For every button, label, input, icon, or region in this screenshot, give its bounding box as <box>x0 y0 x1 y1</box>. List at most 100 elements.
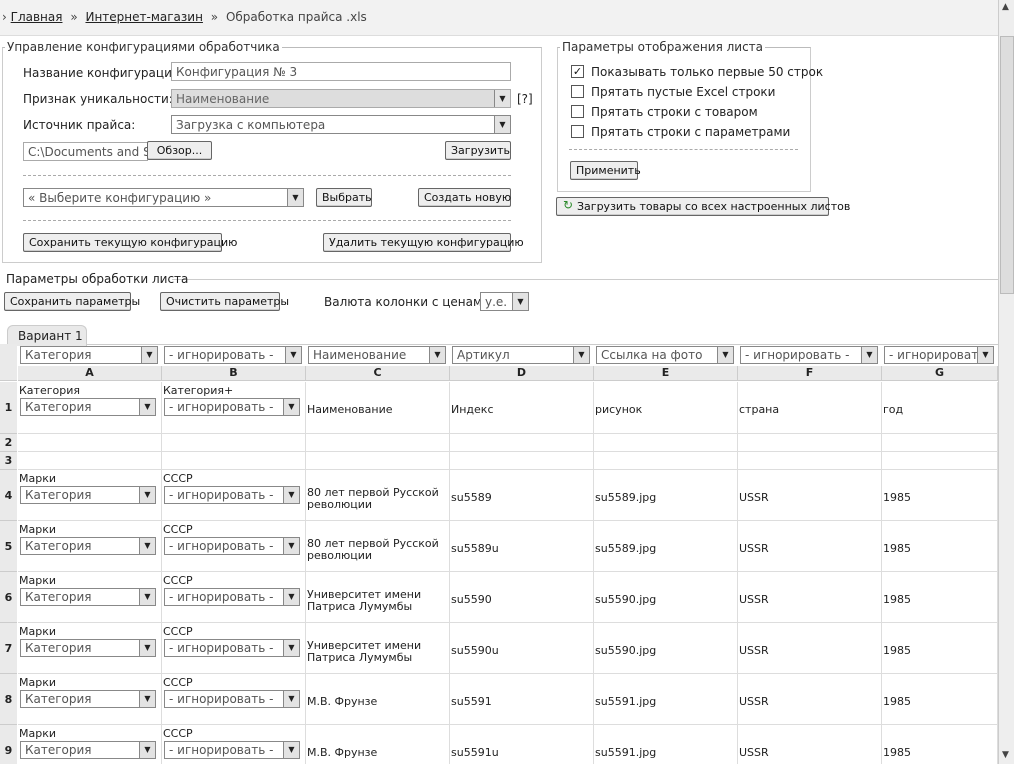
load-all-sheets-button[interactable]: ↻ Загрузить товары со всех настроенных л… <box>556 197 850 216</box>
source-label: Источник прайса: <box>23 118 136 132</box>
option-hide-empty-checkbox[interactable] <box>571 85 584 98</box>
row-type-select[interactable]: Категория ▼ <box>20 588 156 606</box>
tab-variant-1[interactable]: Вариант 1 <box>7 325 87 346</box>
create-config-button[interactable]: Создать новую <box>418 188 511 207</box>
cell-c-text: Университет имени Патриса Лумумбы <box>307 588 422 613</box>
column-type-select[interactable]: Артикул ▼ <box>452 346 590 364</box>
currency-label: Валюта колонки с ценами: <box>324 295 494 309</box>
unique-help-link[interactable]: [?] <box>517 92 533 106</box>
cell-d-text: su5590 <box>451 593 492 606</box>
column-type-select[interactable]: Категория ▼ <box>20 346 158 364</box>
scroll-down-icon[interactable]: ▼ <box>1002 750 1009 760</box>
choose-config-value: « Выберите конфигурацию » <box>28 191 212 205</box>
chevron-down-icon[interactable]: ▼ <box>512 293 528 310</box>
chevron-down-icon[interactable]: ▼ <box>285 347 301 363</box>
breadcrumb-current: Обработка прайса .xls <box>225 10 367 24</box>
config-name-input[interactable]: Конфигурация № 3 <box>171 62 511 81</box>
cell-g-text: год <box>883 403 904 416</box>
row-type-select[interactable]: - игнорировать - ▼ <box>164 537 300 555</box>
cell-b-text: СССР <box>163 676 193 689</box>
chevron-down-icon[interactable]: ▼ <box>977 347 993 363</box>
chevron-down-icon[interactable]: ▼ <box>287 189 303 206</box>
option-first-50-label: Показывать только первые 50 строк <box>591 65 824 79</box>
chevron-down-icon[interactable]: ▼ <box>717 347 733 363</box>
cell-g-text: 1985 <box>883 695 911 708</box>
cell-f-text: USSR <box>739 593 769 606</box>
scrollbar-thumb[interactable] <box>1000 36 1014 294</box>
chevron-down-icon[interactable]: ▼ <box>283 742 299 758</box>
save-params-button[interactable]: Сохранить параметры <box>4 292 140 311</box>
cell-g-text: 1985 <box>883 644 911 657</box>
column-type-select-value: Наименование <box>313 348 407 362</box>
chevron-down-icon[interactable]: ▼ <box>139 399 155 415</box>
chevron-down-icon[interactable]: ▼ <box>283 487 299 503</box>
column-type-select[interactable]: - игнорировать - ▼ <box>884 346 994 364</box>
currency-select[interactable]: у.е. ▼ <box>480 292 529 311</box>
cell-d-text: su5589 <box>451 491 492 504</box>
cell-g-text: 1985 <box>883 746 911 759</box>
row-type-select[interactable]: Категория ▼ <box>20 639 156 657</box>
chevron-down-icon[interactable]: ▼ <box>141 347 157 363</box>
apply-button[interactable]: Применить <box>570 161 641 180</box>
choose-button[interactable]: Выбрать <box>316 188 372 207</box>
option-hide-product-checkbox[interactable] <box>571 105 584 118</box>
row-number: 2 <box>0 434 17 452</box>
row-type-select[interactable]: - игнорировать - ▼ <box>164 486 300 504</box>
config-panel-legend: Управление конфигурациями обработчика <box>7 40 280 54</box>
row-type-select-value: - игнорировать - <box>169 743 274 757</box>
row-type-select[interactable]: Категория ▼ <box>20 537 156 555</box>
chevron-down-icon[interactable]: ▼ <box>139 691 155 707</box>
scroll-up-icon[interactable]: ▲ <box>1002 2 1009 12</box>
row-type-select[interactable]: - игнорировать - ▼ <box>164 690 300 708</box>
chevron-down-icon[interactable]: ▼ <box>283 589 299 605</box>
row-type-select[interactable]: Категория ▼ <box>20 690 156 708</box>
chevron-down-icon[interactable]: ▼ <box>861 347 877 363</box>
chevron-down-icon[interactable]: ▼ <box>139 589 155 605</box>
chevron-down-icon[interactable]: ▼ <box>429 347 445 363</box>
file-path-input[interactable]: C:\Documents and Se <box>23 142 148 161</box>
option-hide-params-checkbox[interactable] <box>571 125 584 138</box>
choose-config-select[interactable]: « Выберите конфигурацию » ▼ <box>23 188 304 207</box>
row-type-select[interactable]: - игнорировать - ▼ <box>164 639 300 657</box>
cell-b-text: СССР <box>163 472 193 485</box>
chevron-down-icon[interactable]: ▼ <box>139 742 155 758</box>
grid-cell <box>882 452 998 470</box>
row-type-select[interactable]: Категория ▼ <box>20 486 156 504</box>
browse-button[interactable]: Обзор... <box>147 141 212 160</box>
chevron-down-icon[interactable]: ▼ <box>283 691 299 707</box>
chevron-down-icon[interactable]: ▼ <box>139 538 155 554</box>
chevron-down-icon[interactable]: ▼ <box>139 487 155 503</box>
row-type-select[interactable]: - игнорировать - ▼ <box>164 588 300 606</box>
chevron-down-icon[interactable]: ▼ <box>573 347 589 363</box>
chevron-down-icon[interactable]: ▼ <box>139 640 155 656</box>
row-type-select[interactable]: - игнорировать - ▼ <box>164 741 300 759</box>
row-type-select[interactable]: - игнорировать - ▼ <box>164 398 300 416</box>
page-scrollbar[interactable]: ▲ ▼ <box>998 0 1014 764</box>
row-type-select[interactable]: Категория ▼ <box>20 398 156 416</box>
cell-f-text: USSR <box>739 542 769 555</box>
chevron-down-icon[interactable]: ▼ <box>283 538 299 554</box>
column-type-select[interactable]: - игнорировать - ▼ <box>740 346 878 364</box>
option-first-50-checkbox[interactable]: ✓ <box>571 65 584 78</box>
source-select[interactable]: Загрузка с компьютера ▼ <box>171 115 511 134</box>
cell-b-text: Категория+ <box>163 384 234 397</box>
column-type-select[interactable]: Наименование ▼ <box>308 346 446 364</box>
clear-params-button[interactable]: Очистить параметры <box>160 292 289 311</box>
upload-button[interactable]: Загрузить <box>445 141 511 160</box>
row-type-select-value: Категория <box>25 743 92 757</box>
breadcrumb-home-link[interactable]: Главная <box>11 10 63 24</box>
breadcrumb-shop-link[interactable]: Интернет-магазин <box>85 10 202 24</box>
save-config-button[interactable]: Сохранить текущую конфигурацию <box>23 233 237 252</box>
cell-a-text: Марки <box>19 472 57 485</box>
row-type-select[interactable]: Категория ▼ <box>20 741 156 759</box>
row-number: 7 <box>0 623 17 674</box>
delete-config-button[interactable]: Удалить текущую конфигурацию <box>323 233 524 252</box>
column-type-select[interactable]: Ссылка на фото ▼ <box>596 346 734 364</box>
chevron-down-icon[interactable]: ▼ <box>494 116 510 133</box>
column-type-select[interactable]: - игнорировать - ▼ <box>164 346 302 364</box>
cell-b-text: СССР <box>163 574 193 587</box>
load-all-sheets-label: Загрузить товары со всех настроенных лис… <box>577 200 851 213</box>
chevron-down-icon[interactable]: ▼ <box>283 640 299 656</box>
row-type-select-value: - игнорировать - <box>169 488 274 502</box>
chevron-down-icon[interactable]: ▼ <box>283 399 299 415</box>
